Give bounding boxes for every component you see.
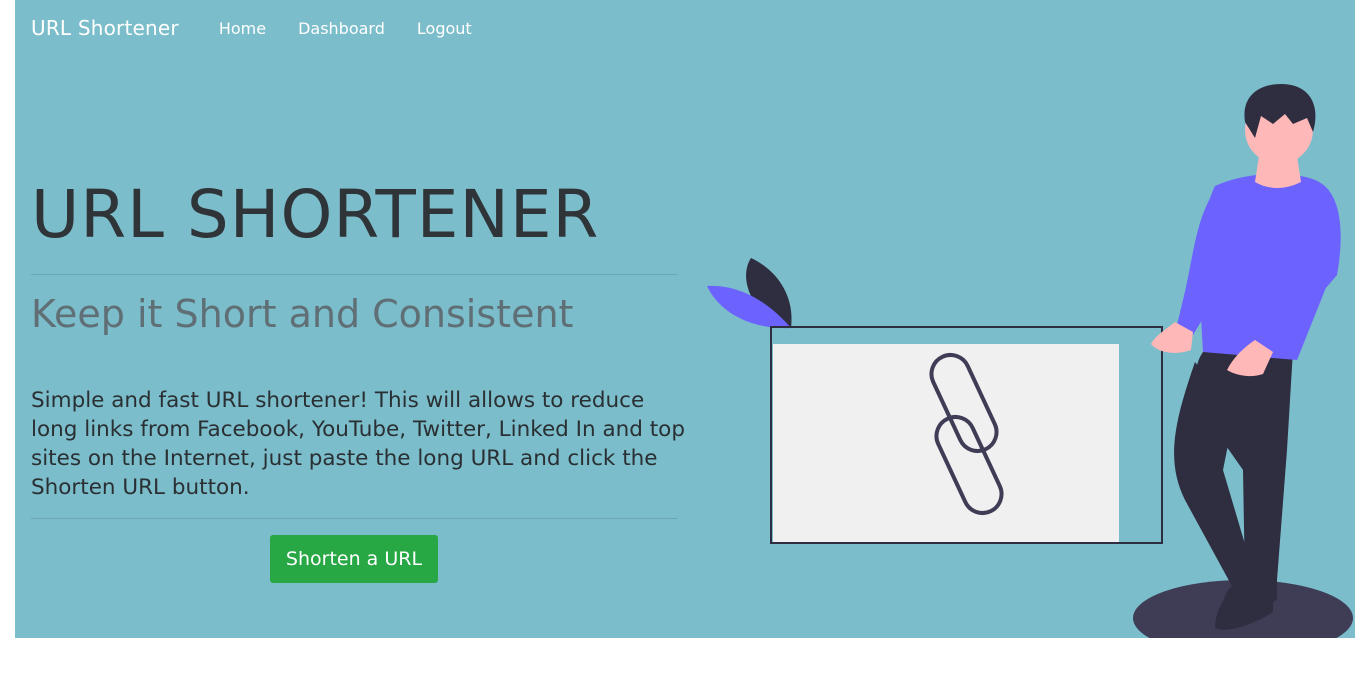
- description-text: Simple and fast URL shortener! This will…: [31, 388, 685, 500]
- nav-link-logout[interactable]: Logout: [417, 19, 472, 38]
- leaf-icon: [707, 258, 792, 329]
- nav-link-dashboard[interactable]: Dashboard: [298, 19, 385, 38]
- hero-section: URL Shortener Home Dashboard Logout URL …: [15, 0, 1355, 638]
- title-divider: [31, 274, 677, 275]
- nav-link-home[interactable]: Home: [219, 19, 266, 38]
- navbar: URL Shortener Home Dashboard Logout: [31, 0, 504, 56]
- description-divider: [31, 518, 677, 519]
- hero-illustration: [707, 84, 1353, 638]
- person-illustration: [1133, 84, 1353, 638]
- brand-link[interactable]: URL Shortener: [31, 16, 179, 40]
- shorten-url-button[interactable]: Shorten a URL: [270, 535, 438, 583]
- browser-window-illustration: [770, 326, 1163, 544]
- page-title: URL SHORTENER: [31, 176, 600, 253]
- page-subtitle: Keep it Short and Consistent: [31, 292, 574, 336]
